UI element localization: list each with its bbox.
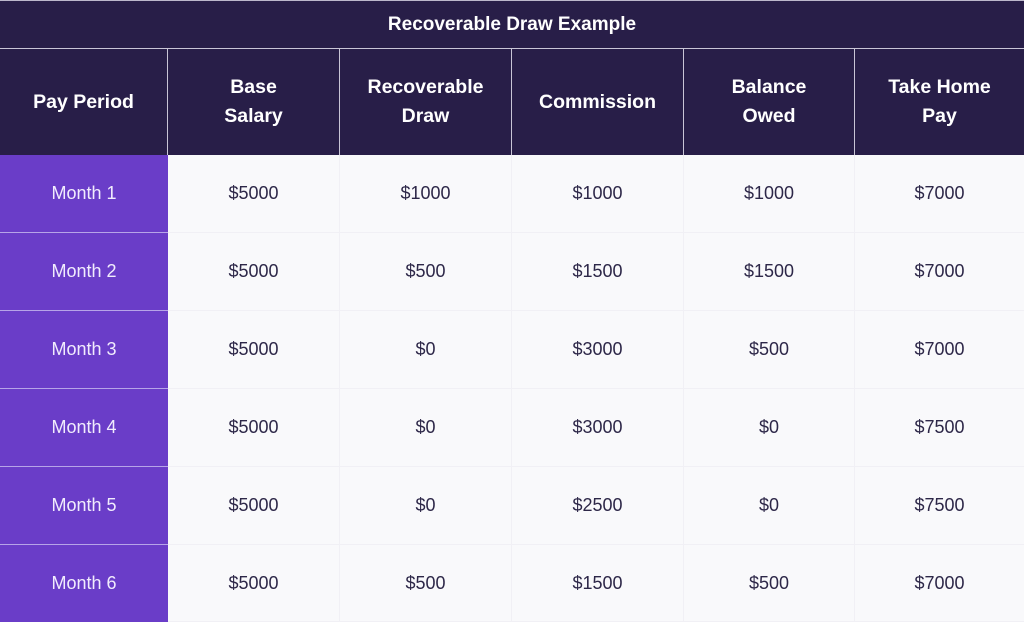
balance-owed-cell: $500 bbox=[684, 545, 855, 622]
take-home-pay-cell: $7000 bbox=[855, 311, 1024, 389]
balance-owed-cell: $0 bbox=[684, 467, 855, 545]
base-salary-cell: $5000 bbox=[168, 155, 340, 233]
column-header-balance-owed: Balance Owed bbox=[684, 49, 855, 155]
table-title: Recoverable Draw Example bbox=[0, 0, 1024, 48]
commission-cell: $3000 bbox=[512, 311, 684, 389]
pay-period-cell: Month 4 bbox=[0, 389, 168, 467]
column-header-recoverable-draw: Recoverable Draw bbox=[340, 49, 512, 155]
commission-cell: $2500 bbox=[512, 467, 684, 545]
balance-owed-cell: $500 bbox=[684, 311, 855, 389]
column-header-commission: Commission bbox=[512, 49, 684, 155]
recoverable-draw-cell: $500 bbox=[340, 545, 512, 622]
commission-cell: $1500 bbox=[512, 545, 684, 622]
take-home-pay-cell: $7000 bbox=[855, 233, 1024, 311]
recoverable-draw-cell: $1000 bbox=[340, 155, 512, 233]
table-body: Month 1 $5000 $1000 $1000 $1000 $7000 Mo… bbox=[0, 155, 1024, 622]
recoverable-draw-cell: $0 bbox=[340, 311, 512, 389]
pay-period-cell: Month 1 bbox=[0, 155, 168, 233]
take-home-pay-cell: $7000 bbox=[855, 155, 1024, 233]
column-header-base-salary: Base Salary bbox=[168, 49, 340, 155]
base-salary-cell: $5000 bbox=[168, 311, 340, 389]
table-row: Month 1 $5000 $1000 $1000 $1000 $7000 bbox=[0, 155, 1024, 233]
table-row: Month 2 $5000 $500 $1500 $1500 $7000 bbox=[0, 233, 1024, 311]
base-salary-cell: $5000 bbox=[168, 389, 340, 467]
balance-owed-cell: $1000 bbox=[684, 155, 855, 233]
balance-owed-cell: $0 bbox=[684, 389, 855, 467]
recoverable-draw-cell: $0 bbox=[340, 389, 512, 467]
base-salary-cell: $5000 bbox=[168, 467, 340, 545]
table-row: Month 5 $5000 $0 $2500 $0 $7500 bbox=[0, 467, 1024, 545]
table-row: Month 6 $5000 $500 $1500 $500 $7000 bbox=[0, 545, 1024, 622]
take-home-pay-cell: $7000 bbox=[855, 545, 1024, 622]
balance-owed-cell: $1500 bbox=[684, 233, 855, 311]
pay-period-cell: Month 3 bbox=[0, 311, 168, 389]
recoverable-draw-table: Recoverable Draw Example Pay Period Base… bbox=[0, 0, 1024, 622]
table-row: Month 3 $5000 $0 $3000 $500 $7000 bbox=[0, 311, 1024, 389]
table-header-row: Pay Period Base Salary Recoverable Draw … bbox=[0, 48, 1024, 155]
commission-cell: $3000 bbox=[512, 389, 684, 467]
commission-cell: $1000 bbox=[512, 155, 684, 233]
take-home-pay-cell: $7500 bbox=[855, 467, 1024, 545]
base-salary-cell: $5000 bbox=[168, 545, 340, 622]
pay-period-cell: Month 5 bbox=[0, 467, 168, 545]
recoverable-draw-cell: $500 bbox=[340, 233, 512, 311]
pay-period-cell: Month 6 bbox=[0, 545, 168, 622]
column-header-pay-period: Pay Period bbox=[0, 49, 168, 155]
take-home-pay-cell: $7500 bbox=[855, 389, 1024, 467]
pay-period-cell: Month 2 bbox=[0, 233, 168, 311]
column-header-take-home-pay: Take Home Pay bbox=[888, 76, 991, 127]
commission-cell: $1500 bbox=[512, 233, 684, 311]
base-salary-cell: $5000 bbox=[168, 233, 340, 311]
recoverable-draw-cell: $0 bbox=[340, 467, 512, 545]
table-row: Month 4 $5000 $0 $3000 $0 $7500 bbox=[0, 389, 1024, 467]
